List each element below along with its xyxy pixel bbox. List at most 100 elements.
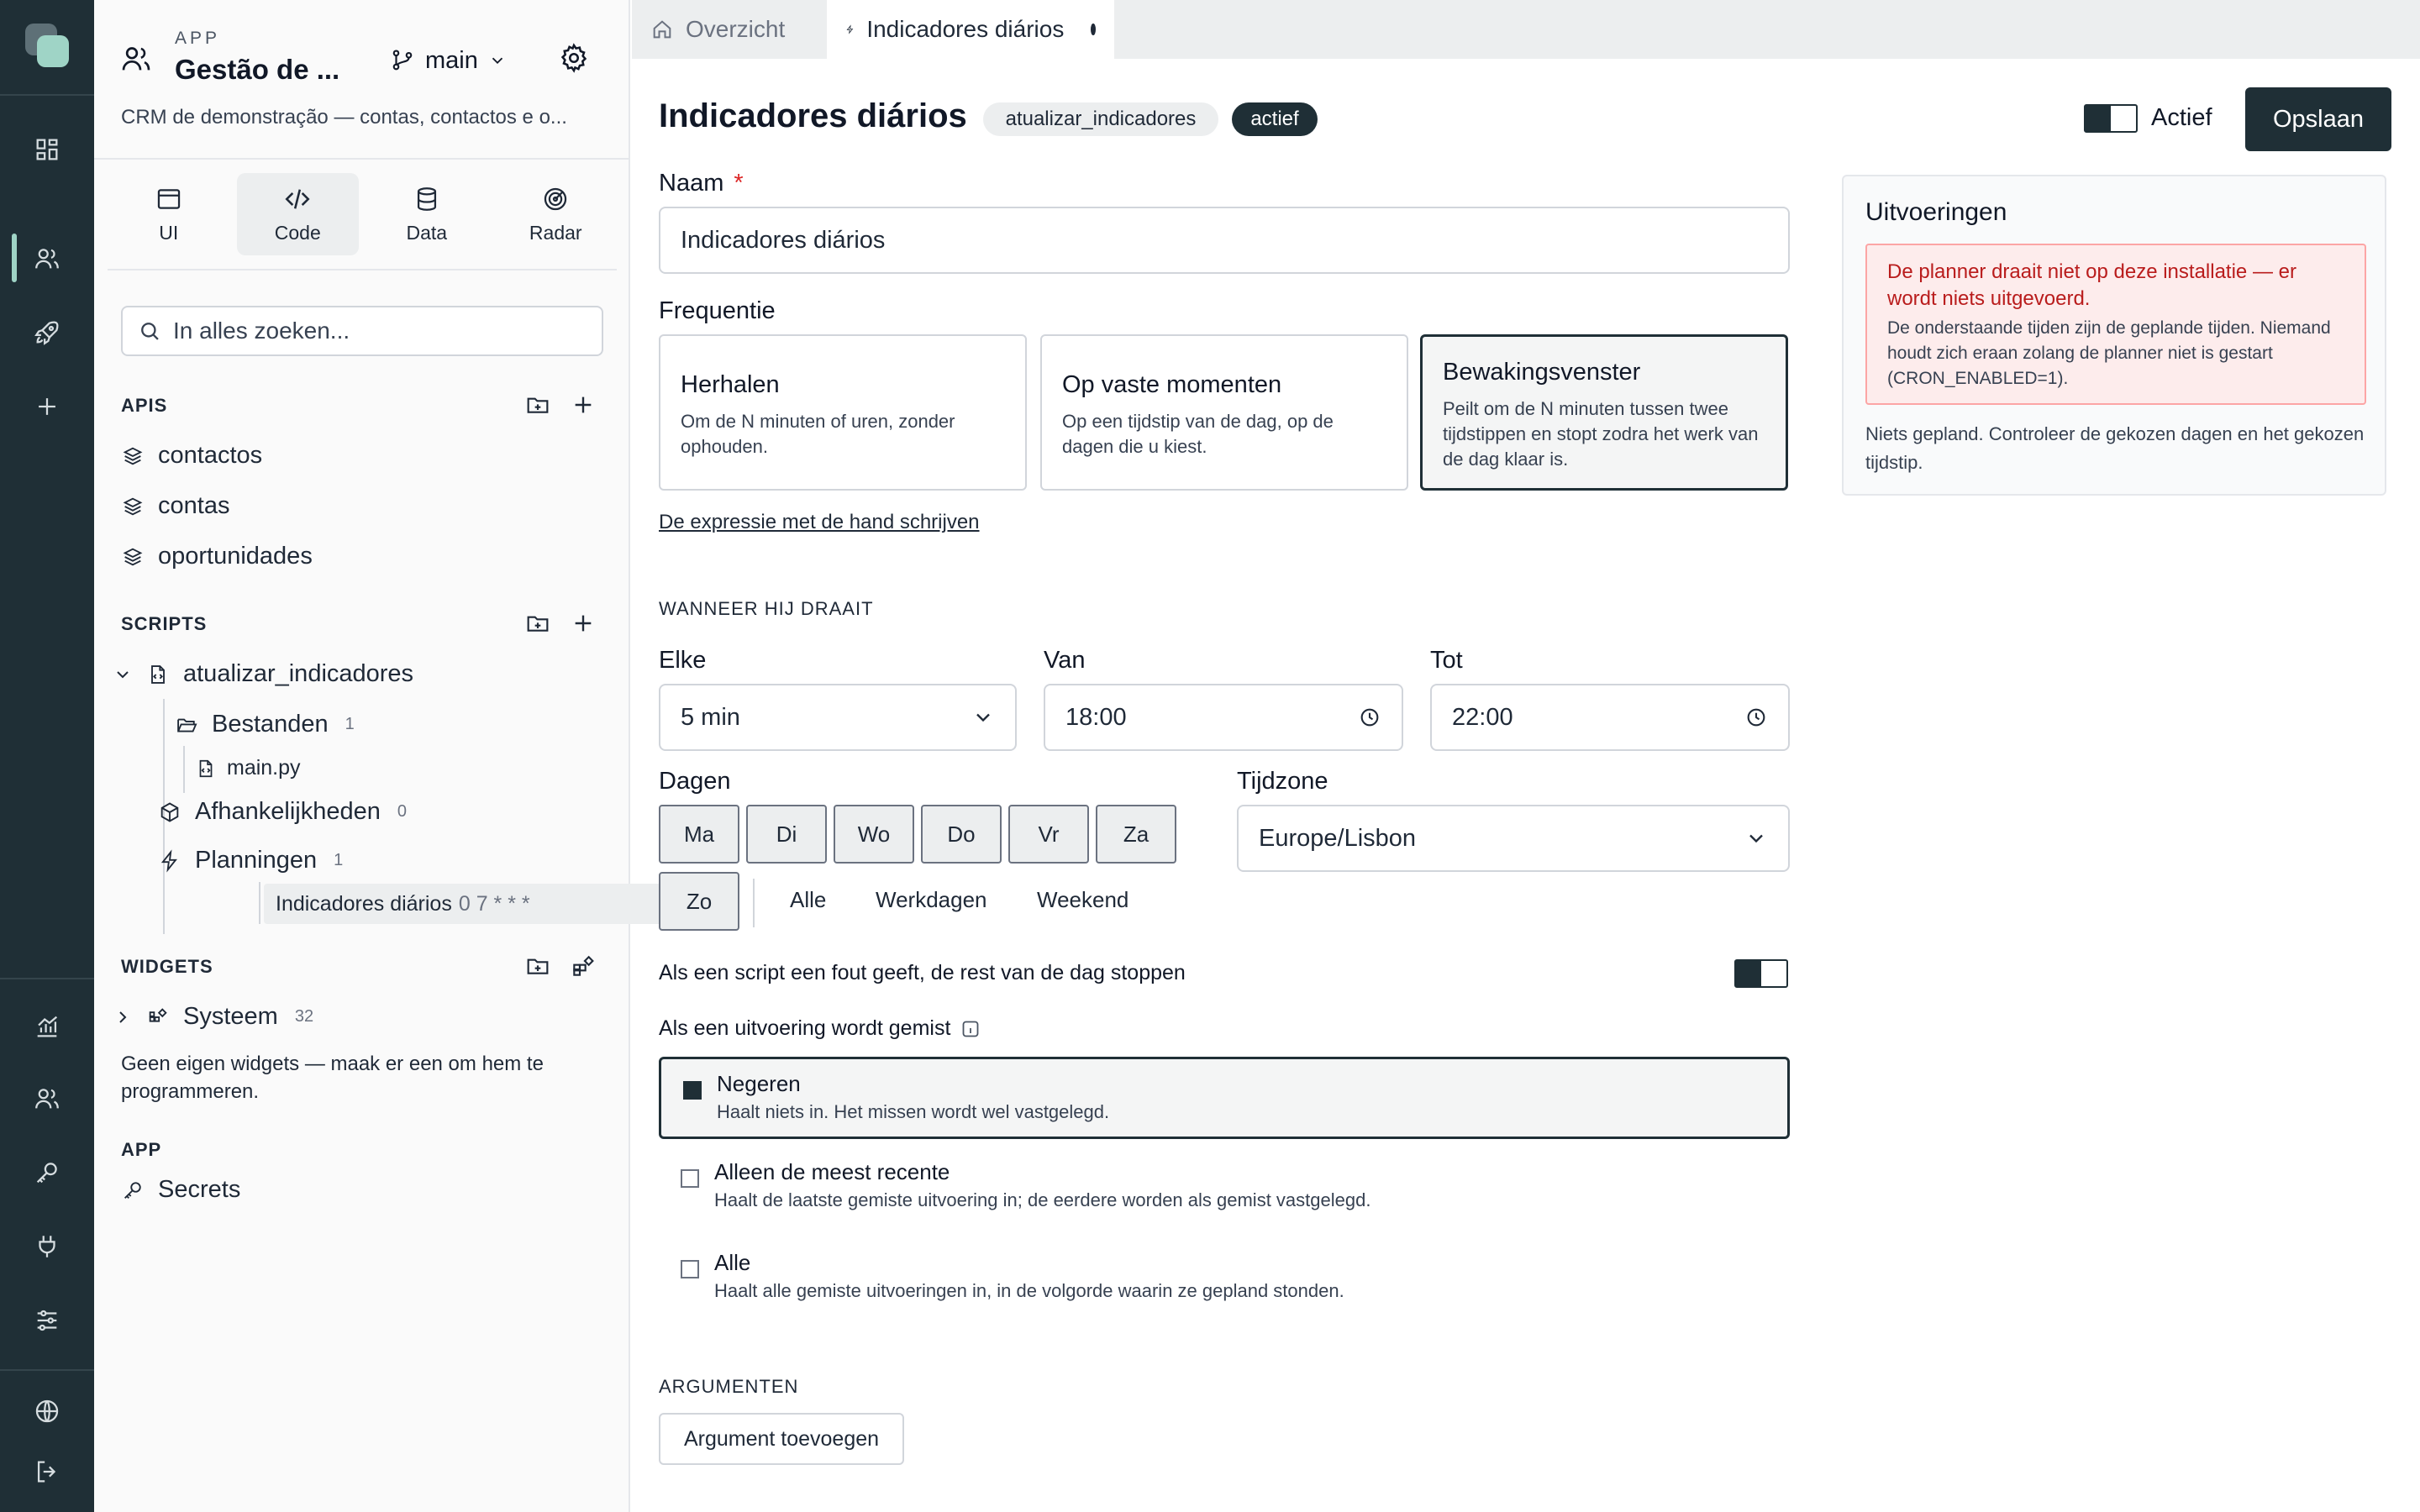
- script-item[interactable]: atualizar_indicadores: [113, 660, 413, 688]
- add-widget-icon[interactable]: [570, 953, 597, 979]
- day-toggle-vr[interactable]: Vr: [1008, 805, 1089, 864]
- day-toggle-wo[interactable]: Wo: [834, 805, 914, 864]
- code-file-icon: [199, 759, 213, 777]
- runs-title: Uitvoeringen: [1865, 198, 2007, 226]
- manual-expression-link[interactable]: De expressie met de hand schrijven: [659, 511, 980, 534]
- clock-icon[interactable]: [1358, 706, 1381, 729]
- clock-icon[interactable]: [1744, 706, 1768, 729]
- system-widgets-count: 32: [294, 1007, 314, 1026]
- day-toggle-zo[interactable]: Zo: [659, 872, 739, 931]
- rocket-icon[interactable]: [27, 312, 67, 353]
- bolt-icon: [846, 24, 854, 34]
- sliders-icon[interactable]: [27, 1300, 67, 1341]
- system-widgets-item[interactable]: Systeem 32: [113, 1003, 313, 1031]
- files-count: 1: [345, 715, 355, 733]
- stop-on-error-label: Als een script een fout geeft, de rest v…: [659, 961, 1186, 984]
- missed-option-latest[interactable]: Alleen de meest recente Haalt de laatste…: [659, 1147, 1790, 1230]
- to-label: Tot: [1430, 647, 1463, 674]
- day-toggle-do[interactable]: Do: [921, 805, 1002, 864]
- every-select[interactable]: 5 min: [659, 684, 1017, 751]
- new-folder-icon[interactable]: [524, 610, 551, 637]
- new-folder-icon[interactable]: [524, 391, 551, 418]
- day-toggle-za[interactable]: Za: [1096, 805, 1176, 864]
- mode-tab-radar[interactable]: Radar: [495, 173, 618, 255]
- plug-icon[interactable]: [27, 1226, 67, 1267]
- window-icon: [157, 188, 180, 209]
- new-folder-icon[interactable]: [524, 953, 551, 979]
- days-weekend-button[interactable]: Weekend: [1037, 887, 1128, 913]
- chevron-right-icon[interactable]: [113, 1007, 133, 1027]
- day-toggle-di[interactable]: Di: [746, 805, 827, 864]
- branch-selector[interactable]: main: [390, 42, 507, 79]
- frequency-option-window[interactable]: Bewakingsvenster Peilt om de N minuten t…: [1420, 334, 1788, 491]
- name-input[interactable]: Indicadores diários: [659, 207, 1790, 274]
- plus-icon[interactable]: [27, 386, 67, 427]
- dashboard-icon[interactable]: [27, 129, 67, 170]
- gear-icon[interactable]: [558, 42, 593, 77]
- active-toggle[interactable]: [2084, 104, 2138, 133]
- app-logo[interactable]: [25, 24, 69, 67]
- api-item-contactos[interactable]: contactos: [121, 442, 262, 470]
- timezone-select[interactable]: Europe/Lisbon: [1237, 805, 1790, 872]
- app-description: CRM de demonstração — contas, contactos …: [121, 106, 567, 129]
- logout-icon[interactable]: [27, 1452, 67, 1492]
- schedules-item[interactable]: Planningen 1: [158, 847, 343, 874]
- radar-icon: [544, 187, 567, 210]
- status-badge: actief: [1232, 102, 1318, 136]
- tab-overzicht[interactable]: Overzicht: [632, 0, 823, 59]
- runs-panel: Uitvoeringen De planner draait niet op d…: [1842, 175, 2386, 496]
- schedule-item-selected[interactable]: Indicadores diários 0 7 * * *: [264, 884, 666, 924]
- frequency-option-repeat[interactable]: Herhalen Om de N minuten of uren, zonder…: [659, 334, 1027, 491]
- add-argument-button[interactable]: Argument toevoegen: [659, 1413, 904, 1465]
- divider: [94, 158, 629, 160]
- key-icon: [124, 1181, 141, 1199]
- missed-option-all[interactable]: Alle Haalt alle gemiste uitvoeringen in,…: [659, 1238, 1790, 1320]
- checkbox[interactable]: [681, 1260, 699, 1278]
- search-input[interactable]: In alles zoeken...: [121, 306, 603, 356]
- team-icon[interactable]: [27, 1079, 67, 1119]
- divider: [753, 879, 755, 927]
- frequency-option-fixed[interactable]: Op vaste momenten Op een tijdstip van de…: [1040, 334, 1408, 491]
- mode-tab-data[interactable]: Data: [366, 173, 488, 255]
- checkbox[interactable]: [681, 1169, 699, 1188]
- script-chip[interactable]: atualizar_indicadores: [983, 102, 1218, 136]
- days-all-button[interactable]: Alle: [790, 887, 826, 913]
- mode-tab-code[interactable]: Code: [236, 173, 359, 255]
- plus-icon[interactable]: [570, 391, 597, 418]
- api-item-contas[interactable]: contas: [121, 492, 229, 520]
- chevron-down-icon: [1749, 834, 1763, 843]
- rail-divider: [0, 978, 94, 979]
- info-icon[interactable]: [960, 1019, 981, 1039]
- plus-icon[interactable]: [570, 610, 597, 637]
- globe-icon[interactable]: [27, 1391, 67, 1431]
- files-folder[interactable]: Bestanden 1: [175, 711, 355, 738]
- scripts-actions: [524, 610, 597, 637]
- stop-on-error-toggle[interactable]: [1734, 959, 1788, 988]
- widgets-empty-note: Geen eigen widgets — maak er een om hem …: [121, 1053, 544, 1103]
- checkbox[interactable]: [683, 1081, 702, 1100]
- database-icon: [417, 186, 436, 211]
- mode-tab-ui[interactable]: UI: [108, 173, 230, 255]
- to-time-input[interactable]: 22:00: [1430, 684, 1790, 751]
- days-weekdays-button[interactable]: Werkdagen: [876, 887, 987, 913]
- chevron-down-icon[interactable]: [113, 664, 133, 685]
- arguments-heading: ARGUMENTEN: [659, 1376, 799, 1397]
- secrets-item[interactable]: Secrets: [121, 1176, 240, 1204]
- api-item-oportunidades[interactable]: oportunidades: [121, 543, 313, 570]
- chevron-down-icon: [976, 713, 990, 722]
- from-time-input[interactable]: 18:00: [1044, 684, 1403, 751]
- missed-option-ignore[interactable]: Negeren Haalt niets in. Het missen wordt…: [659, 1057, 1790, 1139]
- analytics-icon[interactable]: [27, 1006, 67, 1047]
- tab-indicadores-diarios[interactable]: Indicadores diários: [827, 0, 1114, 59]
- widgets-heading: WIDGETS: [121, 956, 213, 977]
- dependencies-item[interactable]: Afhankelijkheden 0: [158, 798, 407, 826]
- file-item-main-py[interactable]: main.py: [195, 756, 301, 780]
- save-button[interactable]: Opslaan: [2245, 87, 2391, 151]
- app-title[interactable]: Gestão de ...: [175, 54, 339, 86]
- name-label: Naam *: [659, 170, 744, 197]
- users-icon[interactable]: [27, 239, 67, 279]
- day-toggle-ma[interactable]: Ma: [659, 805, 739, 864]
- apis-heading: APIS: [121, 395, 168, 416]
- script-name: atualizar_indicadores: [183, 660, 414, 687]
- key-icon[interactable]: [27, 1152, 67, 1193]
